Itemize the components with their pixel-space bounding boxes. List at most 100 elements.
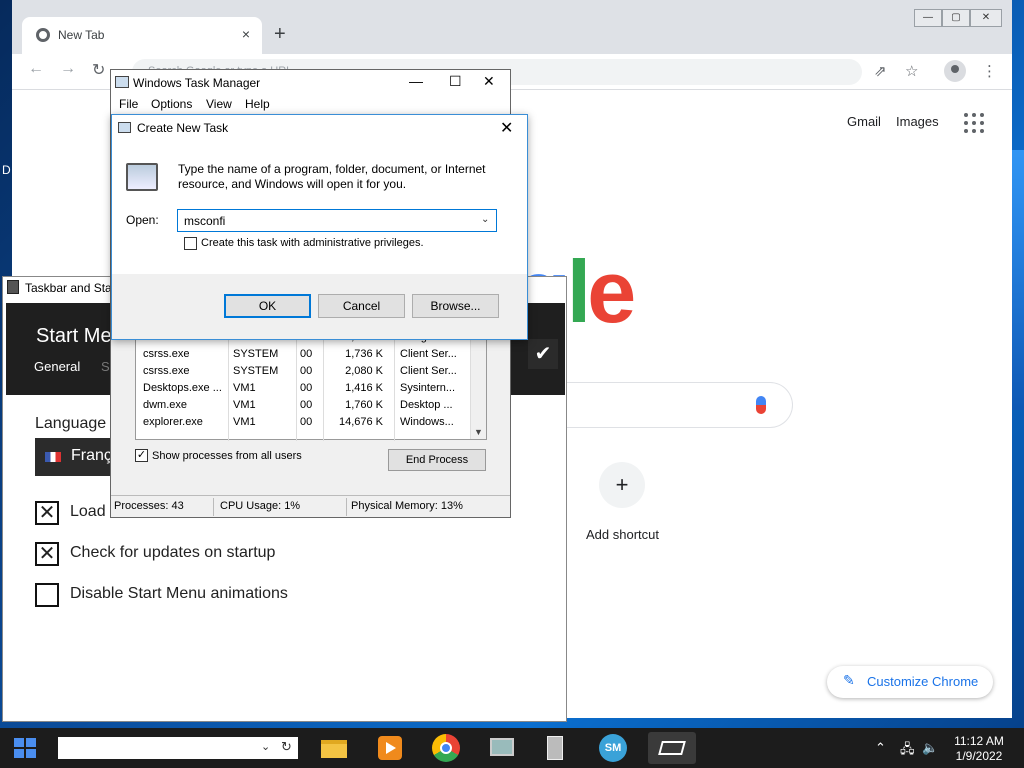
create-new-task-dialog: Create New Task ✕ Type the name of a pro…: [111, 114, 528, 340]
task-manager-close-button[interactable]: ✕: [483, 73, 495, 90]
process-memory: 1,736 K: [345, 348, 383, 360]
tab-second[interactable]: S: [101, 359, 110, 374]
process-memory: 1,416 K: [345, 382, 383, 394]
process-cpu: 00: [300, 365, 313, 377]
reload-icon[interactable]: ↻: [92, 60, 105, 80]
profile-avatar-icon[interactable]: [944, 60, 966, 82]
task-manager-maximize-button[interactable]: ☐: [449, 73, 462, 90]
task-manager-icon: [118, 122, 131, 133]
start-windows-icon[interactable]: [14, 738, 36, 758]
menu-options[interactable]: Options: [151, 97, 192, 111]
table-row[interactable]: Desktops.exe ... VM1 00 1,416 K Sysinter…: [136, 380, 471, 397]
table-row[interactable]: csrss.exe SYSTEM 00 1,736 K Client Ser..…: [136, 346, 471, 363]
menu-help[interactable]: Help: [245, 97, 270, 111]
google-apps-icon[interactable]: [964, 113, 984, 133]
chrome-maximize-button[interactable]: ▢: [942, 9, 970, 27]
cancel-button[interactable]: Cancel: [318, 294, 405, 318]
taskbar-clock[interactable]: 11:12 AM 1/9/2022: [946, 734, 1012, 764]
option-disable-animations-checkbox[interactable]: [35, 583, 59, 607]
back-arrow-icon[interactable]: ←: [28, 60, 44, 78]
option-load-checkbox[interactable]: ✕: [35, 501, 59, 525]
settings-app-taskbar-icon[interactable]: [541, 732, 573, 764]
option-load-label: Load: [70, 503, 106, 520]
process-list-scrollbar[interactable]: ▼: [470, 329, 486, 439]
process-user: SYSTEM: [233, 365, 279, 377]
table-row[interactable]: dwm.exe VM1 00 1,760 K Desktop ...: [136, 397, 471, 414]
file-explorer-icon[interactable]: [318, 732, 350, 764]
ok-button[interactable]: OK: [224, 294, 311, 318]
chrome-tabstrip: New Tab × + — ▢ ✕: [12, 0, 1012, 54]
tray-overflow-icon[interactable]: ⌃: [875, 740, 886, 756]
task-manager-title: Windows Task Manager: [133, 76, 261, 90]
task-manager-titlebar[interactable]: Windows Task Manager — ☐ ✕: [111, 70, 510, 96]
scroll-down-arrow-icon[interactable]: ▼: [474, 427, 483, 437]
images-link[interactable]: Images: [896, 114, 939, 129]
add-shortcut-label[interactable]: Add shortcut: [586, 527, 659, 542]
chrome-close-button[interactable]: ✕: [970, 9, 1002, 27]
add-shortcut-icon[interactable]: +: [599, 462, 645, 508]
chevron-down-icon[interactable]: ⌄: [481, 214, 489, 225]
chevron-down-icon[interactable]: ⌄: [261, 740, 270, 753]
process-name: Desktops.exe ...: [143, 382, 222, 394]
option-check-updates-label: Check for updates on startup: [70, 544, 276, 561]
chrome-icon[interactable]: [430, 732, 462, 764]
media-player-icon[interactable]: [374, 732, 406, 764]
tab-general[interactable]: General: [34, 359, 80, 374]
clock-time: 11:12 AM: [954, 734, 1004, 748]
taskbar-settings-title: Taskbar and Sta: [25, 281, 112, 295]
process-description: Desktop ...: [400, 399, 453, 411]
task-manager-icon: [115, 76, 129, 88]
tab-new-tab[interactable]: New Tab ×: [22, 17, 262, 54]
task-manager-statusbar: Processes: 43 CPU Usage: 1% Physical Mem…: [111, 495, 510, 517]
refresh-icon[interactable]: ↻: [281, 739, 292, 755]
show-all-users-label[interactable]: Show processes from all users: [152, 450, 302, 462]
share-icon[interactable]: ⇗: [874, 62, 887, 80]
sm-app-icon[interactable]: SM: [597, 732, 629, 764]
task-manager-taskbar-icon[interactable]: [486, 732, 518, 764]
open-input[interactable]: [177, 209, 497, 232]
dialog-close-button[interactable]: ✕: [500, 118, 513, 138]
chrome-favicon-icon: [36, 28, 50, 42]
forward-arrow-icon[interactable]: →: [60, 60, 76, 78]
run-program-icon: [126, 163, 158, 191]
chrome-minimize-button[interactable]: —: [914, 9, 942, 27]
taskbar-search-box[interactable]: ⌄ ↻: [58, 737, 298, 759]
process-user: SYSTEM: [233, 348, 279, 360]
open-label: Open:: [126, 213, 159, 227]
show-all-users-checkbox[interactable]: ✓: [135, 449, 148, 462]
desktop-edge-text: D: [2, 163, 11, 177]
menu-view[interactable]: View: [206, 97, 232, 111]
voice-search-mic-icon[interactable]: [756, 396, 766, 414]
gmail-link[interactable]: Gmail: [847, 114, 881, 129]
admin-privileges-checkbox[interactable]: [184, 237, 197, 250]
status-separator: [213, 498, 214, 516]
table-row[interactable]: explorer.exe VM1 00 14,676 K Windows...: [136, 414, 471, 431]
process-list[interactable]: chrome.exe VM1 00 8,592 K Google C... cs…: [135, 328, 487, 441]
customize-chrome-button[interactable]: ✎ Customize Chrome: [827, 666, 993, 698]
clock-date: 1/9/2022: [955, 749, 1003, 763]
end-process-button[interactable]: End Process: [388, 449, 486, 471]
browse-button[interactable]: Browse...: [412, 294, 499, 318]
table-row[interactable]: csrss.exe SYSTEM 00 2,080 K Client Ser..…: [136, 363, 471, 380]
dialog-content-area: Create New Task ✕ Type the name of a pro…: [112, 115, 527, 274]
dialog-title: Create New Task: [137, 121, 229, 135]
admin-privileges-label[interactable]: Create this task with administrative pri…: [201, 237, 424, 249]
desktops-app-icon[interactable]: [648, 732, 696, 764]
customize-chrome-label: Customize Chrome: [867, 674, 979, 689]
bookmark-star-icon[interactable]: ☆: [905, 62, 918, 80]
process-name: dwm.exe: [143, 399, 188, 411]
new-tab-button[interactable]: +: [274, 24, 286, 44]
process-description: Client Ser...: [400, 365, 457, 377]
tab-close-icon[interactable]: ×: [242, 26, 250, 42]
process-cpu: 00: [300, 348, 313, 360]
task-manager-menubar: File Options View Help: [111, 96, 510, 114]
option-check-updates-checkbox[interactable]: ✕: [35, 542, 59, 566]
menu-file[interactable]: File: [119, 97, 138, 111]
chrome-menu-icon[interactable]: ⋮: [982, 62, 997, 80]
confirm-checkmark-icon[interactable]: ✔: [528, 339, 558, 369]
task-manager-minimize-button[interactable]: —: [409, 73, 423, 89]
network-icon[interactable]: 🖧: [900, 740, 915, 762]
process-cpu: 00: [300, 416, 313, 428]
pencil-icon: ✎: [843, 672, 855, 688]
volume-icon[interactable]: 🔈: [922, 740, 938, 756]
